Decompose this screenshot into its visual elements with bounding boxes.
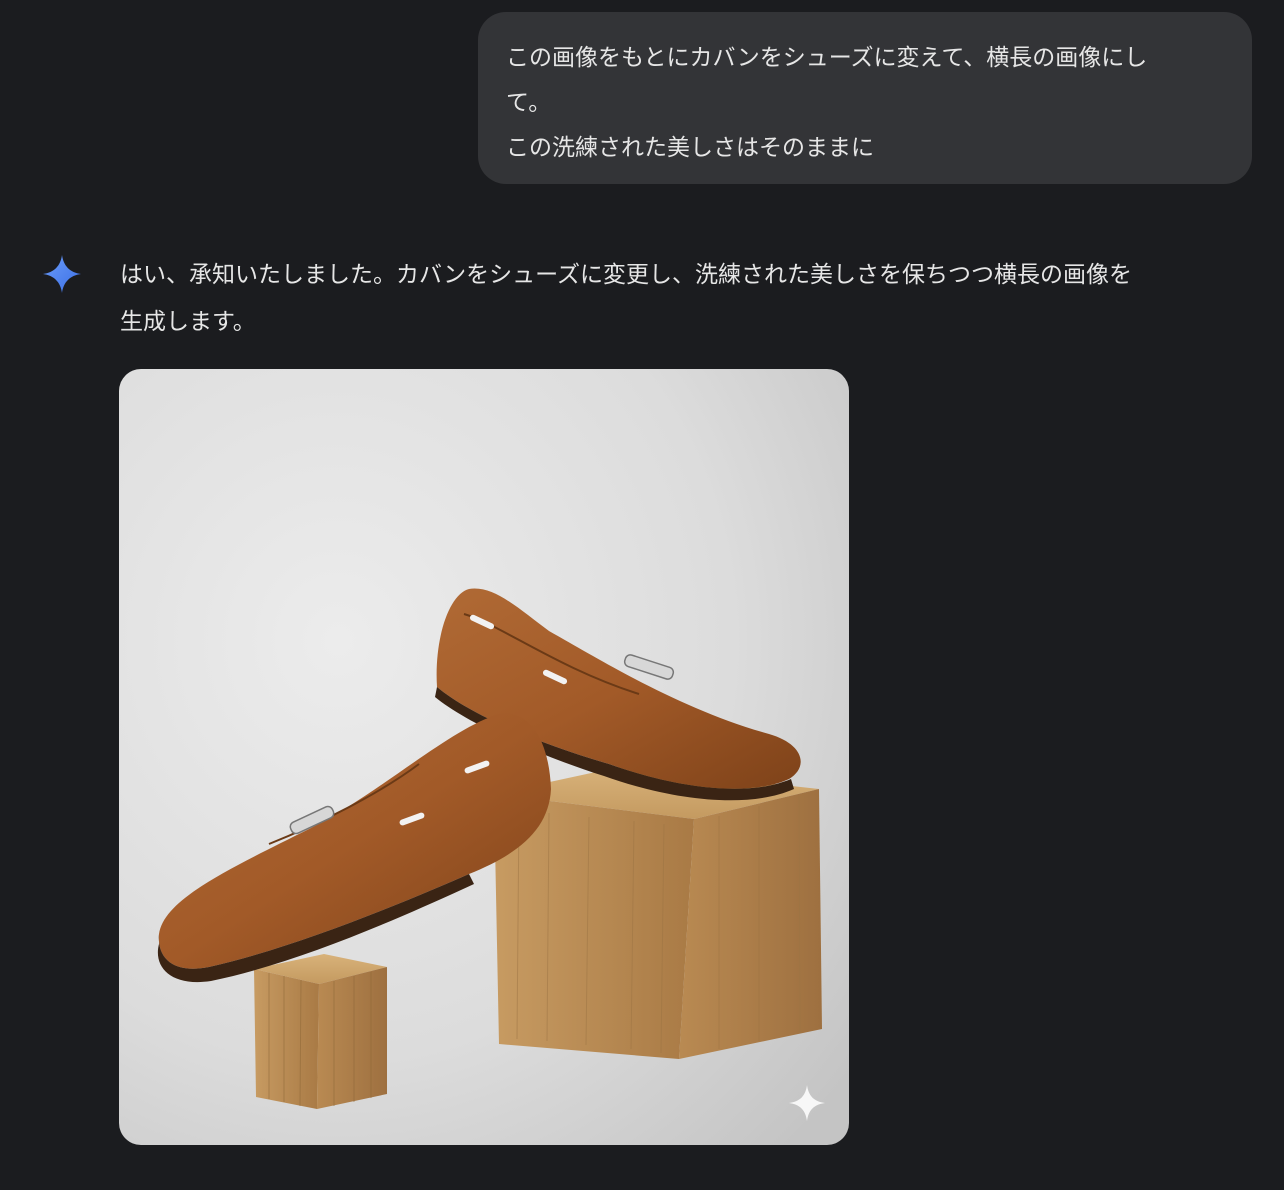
small-wood-block bbox=[254, 954, 387, 1109]
user-message-bubble: この画像をもとにカバンをシューズに変えて、横長の画像にし て。 この洗練された美… bbox=[478, 12, 1252, 184]
assistant-message: はい、承知いたしました。カバンをシューズに変更し、洗練された美しさを保ちつつ横長… bbox=[120, 252, 1260, 346]
user-message-line: この画像をもとにカバンをシューズに変えて、横長の画像にし bbox=[506, 45, 1148, 71]
gemini-sparkle-icon bbox=[42, 254, 82, 294]
user-message-line: この洗練された美しさはそのままに bbox=[506, 135, 874, 161]
generated-image[interactable] bbox=[119, 369, 849, 1145]
assistant-message-line: はい、承知いたしました。カバンをシューズに変更し、洗練された美しさを保ちつつ横長… bbox=[120, 262, 1132, 288]
assistant-message-line: 生成します。 bbox=[120, 309, 256, 335]
user-message-line: て。 bbox=[506, 90, 552, 116]
